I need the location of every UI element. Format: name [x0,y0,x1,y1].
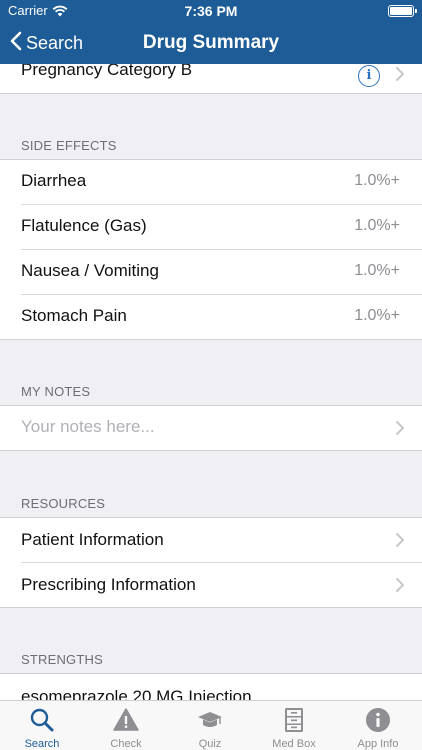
side-effect-row[interactable]: Diarrhea 1.0%+ [0,160,422,205]
side-effect-row[interactable]: Nausea / Vomiting 1.0%+ [0,250,422,295]
chevron-right-icon [396,533,404,552]
tab-bar: Search Check Quiz Med Box App Info [0,700,422,750]
tab-app-info[interactable]: App Info [336,701,420,750]
tab-search[interactable]: Search [0,701,84,750]
my-notes-header: MY NOTES [21,384,91,399]
divider [0,339,422,340]
tab-med-box[interactable]: Med Box [252,701,336,750]
notes-placeholder: Your notes here... [21,417,155,436]
side-effect-label: Flatulence (Gas) [21,216,147,235]
battery-icon [388,5,417,17]
side-effect-label: Stomach Pain [21,306,127,325]
tab-label: Quiz [198,738,222,750]
warning-icon [113,708,139,731]
resources-header: RESOURCES [21,496,106,511]
cabinet-icon [285,708,303,732]
page-title: Drug Summary [142,32,280,53]
chevron-right-icon [396,578,404,597]
resource-row-patient-information[interactable]: Patient Information [0,518,422,563]
strength-row[interactable]: esomeprazole 20 MG Injection [0,674,422,700]
tab-check[interactable]: Check [84,701,168,750]
side-effect-label: Diarrhea [21,171,87,190]
pregnancy-category-row[interactable]: Pregnancy Category B i [0,64,422,93]
graduation-cap-icon [198,712,222,727]
app-header: Carrier 7:36 PM Search Drug Summary [0,0,422,64]
navigation-bar: Search Drug Summary [0,22,422,64]
drug-summary-list[interactable]: Pregnancy Category B i SIDE EFFECTS Diar… [0,64,422,700]
divider [0,450,422,451]
side-effect-row[interactable]: Stomach Pain 1.0%+ [0,295,422,339]
info-icon[interactable]: i [358,65,380,87]
side-effect-label: Nausea / Vomiting [21,261,159,280]
status-time: 7:36 PM [184,3,238,19]
status-bar: Carrier 7:36 PM [0,0,422,22]
strengths-header: STRENGTHS [21,652,103,667]
chevron-right-icon [396,67,404,86]
resource-label: Prescribing Information [21,575,196,594]
tab-label: Check [110,738,142,750]
side-effect-frequency: 1.0%+ [354,172,400,189]
side-effect-frequency: 1.0%+ [354,307,400,324]
search-icon [30,708,54,732]
side-effect-row[interactable]: Flatulence (Gas) 1.0%+ [0,205,422,250]
resource-row-prescribing-information[interactable]: Prescribing Information [0,563,422,607]
tab-label: App Info [357,738,399,750]
tab-quiz[interactable]: Quiz [168,701,252,750]
info-icon [366,708,390,732]
pregnancy-category-label: Pregnancy Category B [21,64,193,79]
tab-label: Search [24,738,60,750]
strength-label: esomeprazole 20 MG Injection [21,687,252,700]
side-effects-header: SIDE EFFECTS [21,138,117,153]
resource-label: Patient Information [21,530,164,549]
tab-label: Med Box [272,738,316,750]
side-effect-frequency: 1.0%+ [354,262,400,279]
notes-row[interactable]: Your notes here... [0,406,422,450]
side-effect-frequency: 1.0%+ [354,217,400,234]
divider [0,607,422,608]
chevron-right-icon [396,421,404,440]
divider [0,93,422,94]
